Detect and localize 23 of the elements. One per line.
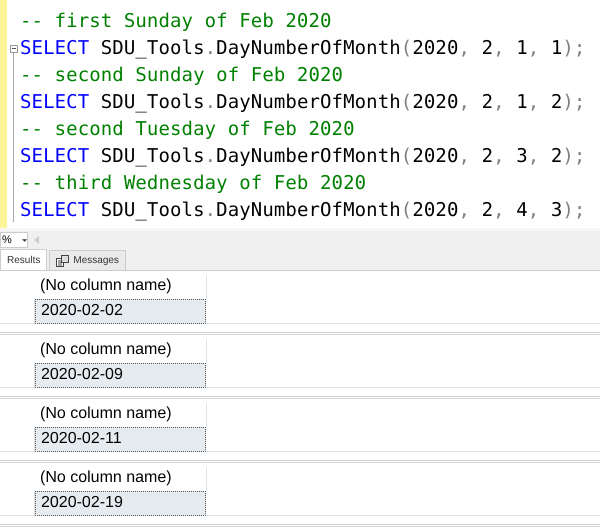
code-line: SELECT SDU_Tools.DayNumberOfMonth(2020, 2, 1, 2);	[20, 90, 586, 115]
messages-tab[interactable]: Messages	[49, 250, 126, 270]
code-line: -- second Sunday of Feb 2020	[20, 63, 344, 88]
column-header: (No column name)	[39, 276, 173, 296]
zoom-dropdown[interactable]: %	[0, 232, 28, 248]
code-line: -- second Tuesday of Feb 2020	[20, 117, 355, 142]
table-cell[interactable]: 2020-02-19	[35, 491, 206, 516]
collapse-icon[interactable]	[10, 44, 18, 52]
code-line: SELECT SDU_Tools.DayNumberOfMonth(2020, 2, 4, 3);	[20, 198, 586, 223]
scroll-left-icon[interactable]	[34, 236, 39, 244]
table-cell[interactable]: 2020-02-09	[35, 363, 206, 388]
code-line: SELECT SDU_Tools.DayNumberOfMonth(2020, 2, 1, 1);	[20, 36, 586, 61]
code-line: -- first Sunday of Feb 2020	[20, 9, 332, 34]
column-header: (No column name)	[39, 468, 173, 488]
messages-icon	[56, 254, 70, 266]
column-header: (No column name)	[39, 404, 173, 424]
table-cell[interactable]: 2020-02-11	[35, 427, 206, 452]
results-tab[interactable]: Results	[0, 249, 48, 270]
caret-icon	[22, 238, 27, 242]
column-header: (No column name)	[39, 340, 173, 360]
code-line: SELECT SDU_Tools.DayNumberOfMonth(2020, 2, 3, 2);	[20, 144, 586, 169]
code-line: -- third Wednesday of Feb 2020	[20, 171, 366, 196]
table-cell[interactable]: 2020-02-02	[35, 299, 206, 324]
